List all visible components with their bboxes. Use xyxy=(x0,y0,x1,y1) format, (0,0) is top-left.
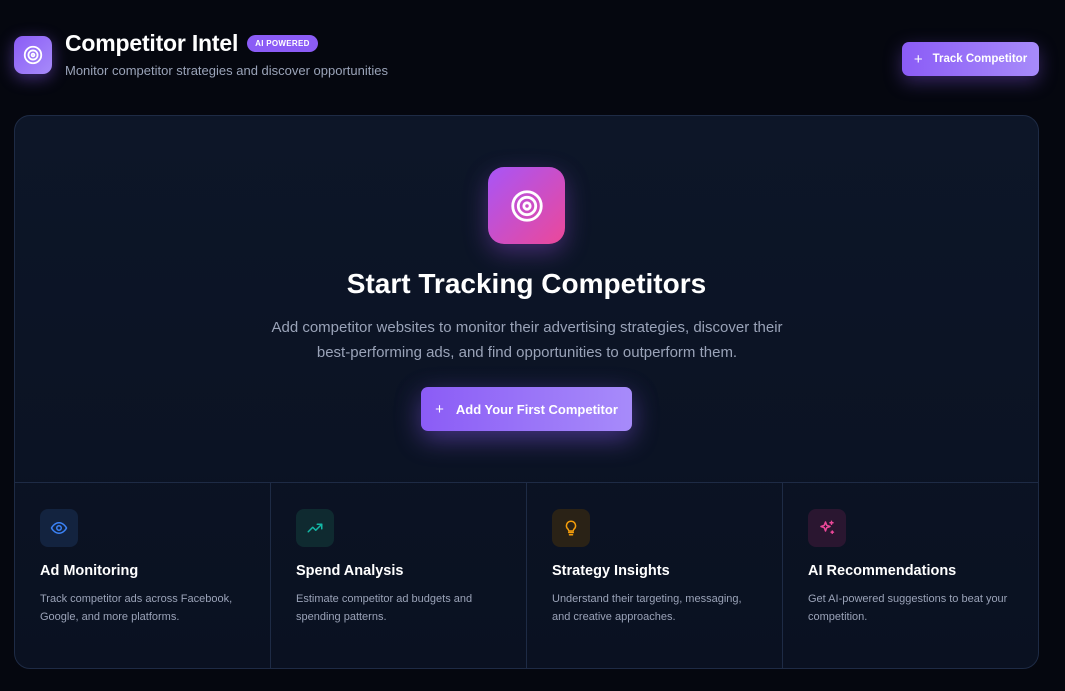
page-title: Competitor Intel xyxy=(65,30,239,56)
page-subtitle: Monitor competitor strategies and discov… xyxy=(65,63,388,78)
feature-spend-analysis: Spend Analysis Estimate competitor ad bu… xyxy=(271,483,527,668)
add-first-competitor-button[interactable]: + Add Your First Competitor xyxy=(421,387,632,431)
lightbulb-icon xyxy=(552,509,590,547)
empty-state-title: Start Tracking Competitors xyxy=(346,268,707,299)
target-icon xyxy=(14,36,52,74)
feature-title: Ad Monitoring xyxy=(40,563,139,579)
page-header: Competitor Intel AI POWERED Monitor comp… xyxy=(14,30,1039,86)
title-row: Competitor Intel AI POWERED xyxy=(65,30,318,57)
eye-icon xyxy=(40,509,78,547)
feature-title: AI Recommendations xyxy=(808,563,957,579)
feature-description: Estimate competitor ad budgets and spend… xyxy=(296,593,473,623)
feature-strategy-insights: Strategy Insights Understand their targe… xyxy=(527,483,783,668)
track-competitor-label: Track Competitor xyxy=(932,53,1028,65)
feature-title: Spend Analysis xyxy=(296,563,404,579)
feature-title: Strategy Insights xyxy=(552,563,670,579)
feature-ad-monitoring: Ad Monitoring Track competitor ads acros… xyxy=(15,483,271,668)
track-competitor-button[interactable]: + Track Competitor xyxy=(902,42,1039,76)
empty-state-description: Add competitor websites to monitor their… xyxy=(271,319,783,361)
ai-powered-badge: AI POWERED xyxy=(247,35,318,52)
plus-icon: + xyxy=(913,50,923,68)
trending-up-icon xyxy=(296,509,334,547)
plus-icon: + xyxy=(435,400,444,418)
feature-description: Get AI-powered suggestions to beat your … xyxy=(808,593,1008,623)
target-icon xyxy=(488,167,565,244)
add-first-competitor-label: Add Your First Competitor xyxy=(455,401,618,417)
empty-state-card: Start Tracking Competitors Add competito… xyxy=(14,115,1039,669)
sparkles-icon xyxy=(808,509,846,547)
feature-description: Track competitor ads across Facebook, Go… xyxy=(40,593,233,623)
features-grid: Ad Monitoring Track competitor ads acros… xyxy=(15,482,1038,668)
feature-description: Understand their targeting, messaging, a… xyxy=(552,593,742,623)
feature-ai-recommendations: AI Recommendations Get AI-powered sugges… xyxy=(783,483,1038,668)
